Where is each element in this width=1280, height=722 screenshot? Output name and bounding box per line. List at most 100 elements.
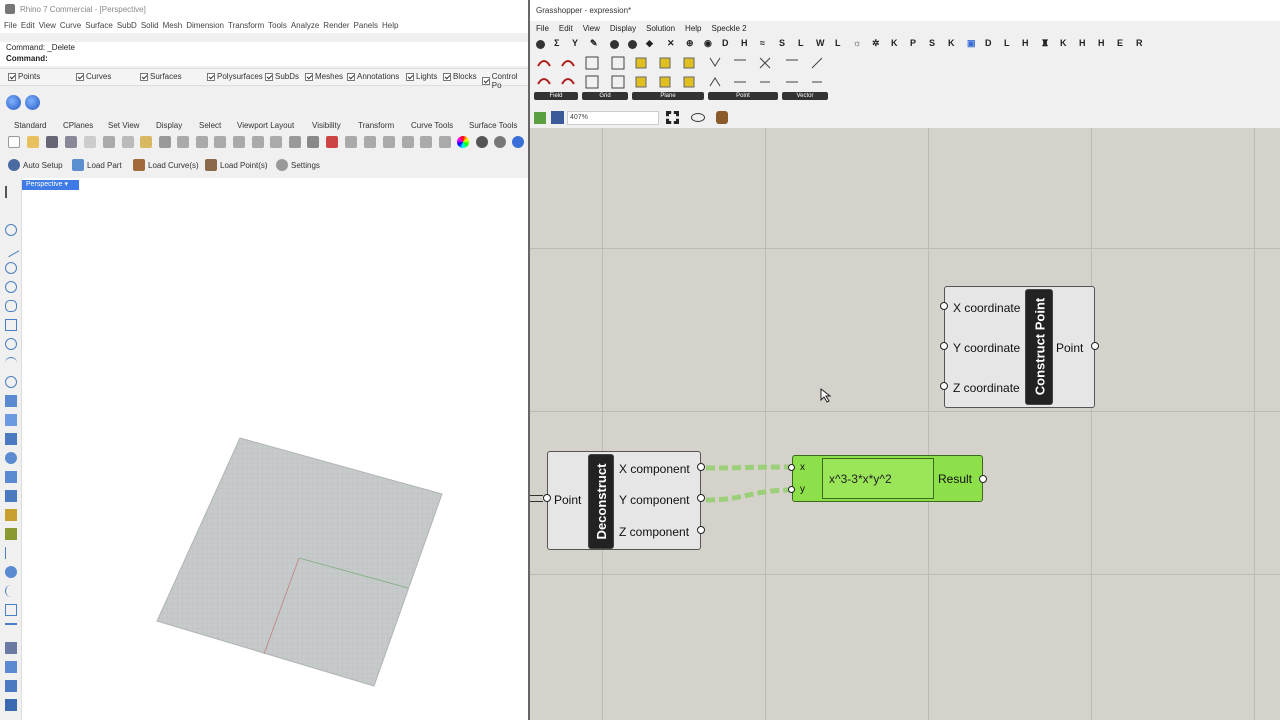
intersect-tab-icon[interactable]: ✕ — [667, 38, 675, 49]
text-icon[interactable] — [5, 623, 17, 635]
boolean-icon[interactable] — [5, 490, 17, 502]
x-coordinate-input[interactable]: X coordinate — [953, 301, 1020, 315]
deconstruct-component[interactable]: Point Deconstruct X component Y componen… — [543, 451, 705, 550]
rhino-menu-tools[interactable]: Tools — [268, 19, 287, 33]
tab-letter-k3[interactable]: K — [1060, 38, 1067, 48]
copy-icon[interactable] — [122, 136, 134, 148]
tab-letter-l2[interactable]: L — [835, 38, 841, 48]
tab-letter-d[interactable]: D — [722, 38, 729, 48]
cut-icon[interactable] — [103, 136, 115, 148]
gh-menu-solution[interactable]: Solution — [646, 21, 675, 37]
tab-letter-k2[interactable]: K — [948, 38, 955, 48]
point-output[interactable]: Point — [1056, 341, 1083, 355]
surface-icon[interactable] — [5, 395, 17, 407]
surface-tab-icon[interactable] — [628, 40, 637, 49]
gh-canvas[interactable]: X coordinate Y coordinate Z coordinate C… — [530, 128, 1280, 720]
load-part-button[interactable]: Load Part — [72, 159, 122, 171]
tab-letter-h4[interactable]: H — [1098, 38, 1105, 48]
gh-menu-help[interactable]: Help — [685, 21, 701, 37]
render-sphere-icon[interactable] — [476, 136, 488, 148]
rhino-menu-curve[interactable]: Curve — [60, 19, 81, 33]
zoom-window-icon[interactable] — [233, 136, 245, 148]
tab-letter-h[interactable]: H — [741, 38, 748, 48]
gh-menu-file[interactable]: File — [536, 21, 549, 37]
tab-plugin-icon[interactable]: ▣ — [967, 38, 976, 49]
cylinder-icon[interactable] — [5, 471, 17, 483]
zoom-selected-icon[interactable] — [270, 136, 282, 148]
zoom-icon[interactable] — [214, 136, 226, 148]
new-file-icon[interactable] — [8, 136, 20, 148]
tab-letter-l3[interactable]: L — [1004, 38, 1010, 48]
field-icons[interactable] — [537, 60, 575, 85]
osnap-lights[interactable]: Lights — [406, 72, 437, 81]
import-icon[interactable] — [84, 136, 96, 148]
tab-letter-d2[interactable]: D — [985, 38, 992, 48]
properties-icon[interactable] — [439, 136, 451, 148]
vector-icons[interactable] — [786, 57, 823, 83]
rotate-view-icon[interactable] — [196, 136, 208, 148]
input-grip[interactable] — [788, 464, 795, 471]
layout-icon[interactable] — [5, 642, 17, 654]
analyze-icon[interactable] — [5, 566, 17, 578]
group-icon[interactable] — [5, 661, 17, 673]
gh-menu-edit[interactable]: Edit — [559, 21, 573, 37]
input-grip[interactable] — [543, 494, 551, 502]
plugin-gear-icon[interactable] — [6, 95, 21, 110]
ellipse-icon[interactable] — [5, 300, 17, 312]
z-component-output[interactable]: Z component — [619, 525, 689, 539]
load-points-button[interactable]: Load Point(s) — [205, 159, 268, 171]
osnap-curves[interactable]: Curves — [76, 72, 111, 81]
open-file-icon[interactable] — [534, 112, 546, 124]
tab-letter-w[interactable]: W — [816, 38, 825, 48]
polygon-icon[interactable] — [5, 338, 17, 350]
tab-plugin-icon[interactable]: ♜ — [1041, 38, 1049, 49]
tab-letter-e[interactable]: E — [1117, 38, 1123, 48]
pan-icon[interactable] — [177, 136, 189, 148]
tab-letter-r[interactable]: R — [1136, 38, 1143, 48]
expression-editor[interactable]: x^3-3*x*y^2 — [822, 458, 934, 499]
point-icon[interactable] — [5, 224, 17, 236]
eye-icon[interactable] — [691, 113, 705, 122]
osnap-points[interactable]: Points — [8, 72, 40, 81]
curve-icon[interactable] — [5, 357, 17, 369]
point-icons[interactable] — [709, 57, 771, 87]
rhino-menu-panels[interactable]: Panels — [354, 19, 378, 33]
x-input[interactable]: x — [800, 462, 805, 473]
tab-plugin-icon[interactable]: ≈ — [760, 38, 765, 48]
dimension-icon[interactable] — [5, 604, 17, 616]
gh-menu-display[interactable]: Display — [610, 21, 636, 37]
y-component-output[interactable]: Y component — [619, 493, 690, 507]
arc-icon[interactable] — [5, 281, 17, 293]
osnap-control-points[interactable]: Control Po — [482, 72, 528, 90]
osnap-subds[interactable]: SubDs — [265, 72, 299, 81]
gh-menu-view[interactable]: View — [583, 21, 600, 37]
rhino-menu-surface[interactable]: Surface — [85, 19, 113, 33]
curve-tab-icon[interactable] — [610, 40, 619, 49]
plugin-sync-icon[interactable] — [25, 95, 40, 110]
undo-icon[interactable] — [159, 136, 171, 148]
maths-tab-icon[interactable]: Σ — [554, 38, 559, 48]
viewport-tab[interactable]: Perspective ▾ — [22, 180, 79, 190]
polyline-icon[interactable] — [2, 240, 20, 258]
tab-plugin-icon[interactable]: ✲ — [872, 38, 880, 49]
rectangle-icon[interactable] — [5, 319, 17, 331]
tab-transform[interactable]: Transform — [358, 121, 394, 130]
rhino-menu-subd[interactable]: SubD — [117, 19, 137, 33]
rhino-menu-render[interactable]: Render — [323, 19, 349, 33]
tab-surface-tools[interactable]: Surface Tools — [469, 121, 517, 130]
paste-icon[interactable] — [140, 136, 152, 148]
extrude-icon[interactable] — [5, 414, 17, 426]
mesh-icon[interactable] — [5, 509, 17, 521]
zoom-extents-icon[interactable] — [666, 111, 679, 124]
input-grip[interactable] — [940, 342, 948, 350]
tab-standard[interactable]: Standard — [14, 121, 46, 130]
viewport-grid-icon[interactable] — [307, 136, 319, 148]
join-icon[interactable] — [5, 585, 17, 597]
tab-select[interactable]: Select — [199, 121, 221, 130]
tab-display[interactable]: Display — [156, 121, 182, 130]
perspective-viewport[interactable]: Perspective ▾ — [22, 178, 528, 720]
color-wheel-icon[interactable] — [457, 136, 469, 148]
plane-icons[interactable] — [635, 57, 695, 88]
tab-letter-s[interactable]: S — [779, 38, 785, 48]
cplane-icon[interactable] — [326, 136, 338, 148]
